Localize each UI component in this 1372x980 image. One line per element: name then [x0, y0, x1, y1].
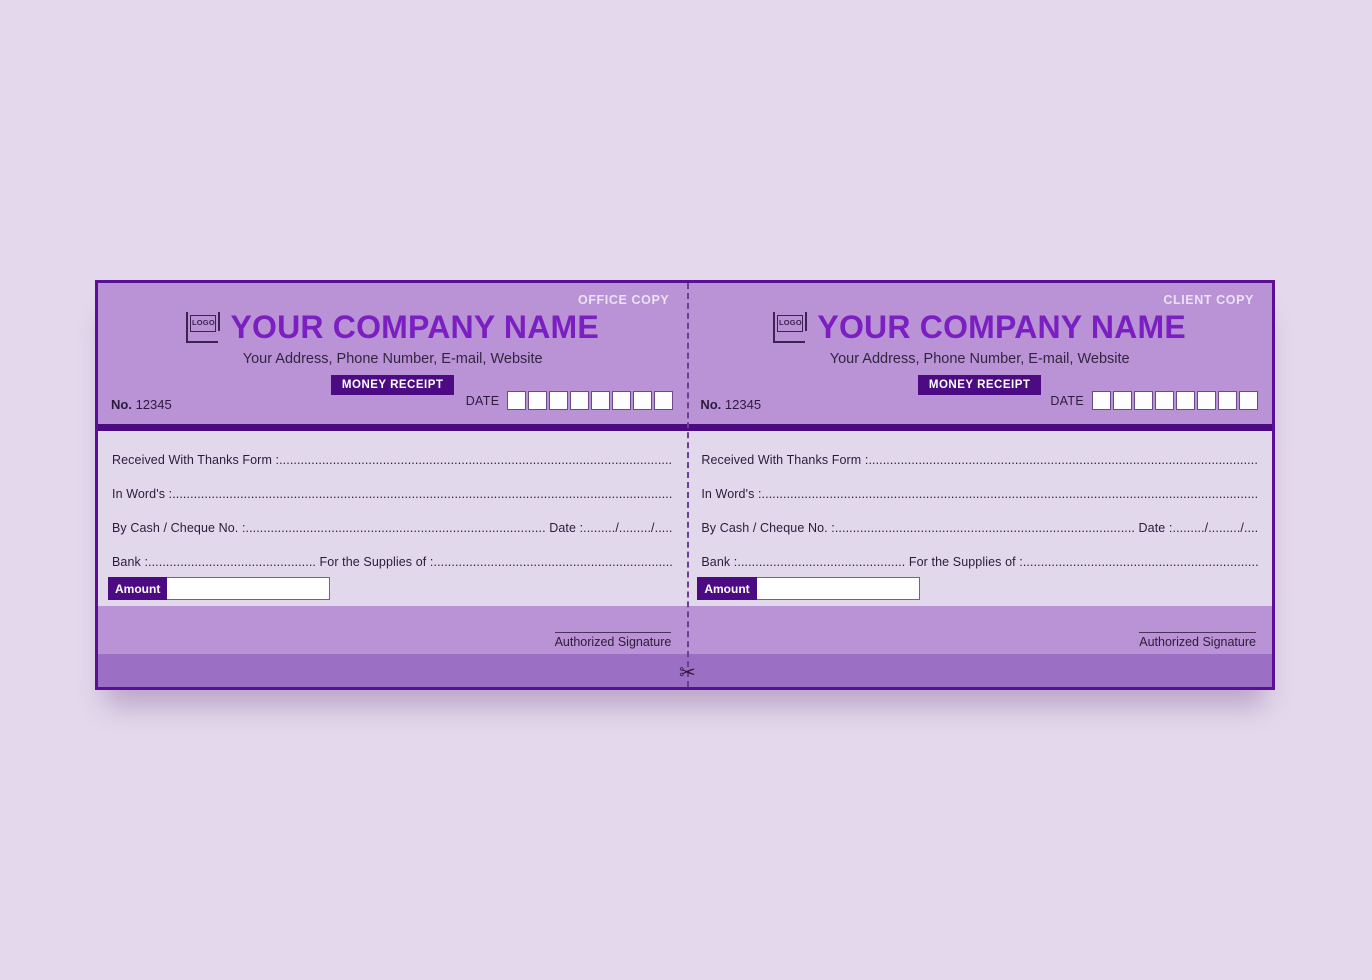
date-box[interactable]: [591, 391, 611, 410]
received-with-thanks-line-client[interactable]: Received With Thanks Form :.............…: [701, 453, 1258, 467]
money-receipt-badge-office: MONEY RECEIPT: [330, 375, 455, 395]
receipt-number-client: No. 12345: [700, 397, 761, 412]
client-copy-form: Received With Thanks Form :.............…: [687, 431, 1272, 606]
amount-field-client: Amount: [697, 577, 920, 600]
receipt-number-value: 12345: [724, 397, 762, 412]
bank-supplies-line-client[interactable]: Bank :..................................…: [701, 555, 1258, 569]
office-copy-header: OFFICE COPY LOGO YOUR COMPANY NAME Your …: [98, 283, 687, 424]
date-box[interactable]: [1196, 391, 1216, 410]
date-boxes-office[interactable]: [507, 391, 674, 410]
date-label-client: DATE: [1050, 393, 1084, 408]
logo-icon: LOGO: [773, 312, 808, 343]
date-box[interactable]: [507, 391, 527, 410]
company-name-office: YOUR COMPANY NAME: [230, 309, 599, 345]
date-box[interactable]: [549, 391, 569, 410]
in-words-line-client[interactable]: In Word's :.............................…: [701, 487, 1258, 501]
company-address-office: Your Address, Phone Number, E-mail, Webs…: [242, 351, 543, 367]
money-receipt-card: OFFICE COPY LOGO YOUR COMPANY NAME Your …: [95, 280, 1275, 690]
amount-label-client: Amount: [697, 577, 757, 600]
date-box[interactable]: [528, 391, 548, 410]
cash-cheque-line-office[interactable]: By Cash / Cheque No. :..................…: [112, 521, 673, 535]
date-box[interactable]: [1175, 391, 1195, 410]
date-box[interactable]: [633, 391, 653, 410]
logo-text: LOGO: [777, 315, 804, 332]
company-name-client: YOUR COMPANY NAME: [817, 309, 1186, 345]
logo-text: LOGO: [190, 315, 217, 332]
receipt-number-value: 12345: [135, 397, 172, 412]
client-copy-header: CLIENT COPY LOGO YOUR COMPANY NAME Your …: [687, 283, 1272, 424]
brand-line-office: LOGO YOUR COMPANY NAME: [98, 311, 687, 343]
amount-input-client[interactable]: [756, 577, 920, 600]
authorized-signature-label-client: Authorized Signature: [1139, 632, 1256, 649]
receipt-number-office: No. 12345: [111, 397, 172, 412]
signature-row: Authorized Signature Authorized Signatur…: [98, 606, 1272, 654]
date-box[interactable]: [1217, 391, 1237, 410]
brand-line-client: LOGO YOUR COMPANY NAME: [687, 311, 1272, 343]
receipt-header-row: OFFICE COPY LOGO YOUR COMPANY NAME Your …: [98, 283, 1272, 431]
receipt-number-label: No.: [700, 397, 722, 412]
received-with-thanks-line-office[interactable]: Received With Thanks Form :.............…: [112, 453, 673, 467]
date-box[interactable]: [1154, 391, 1174, 410]
office-copy-form: Received With Thanks Form :.............…: [98, 431, 687, 606]
date-box[interactable]: [1133, 391, 1153, 410]
cash-cheque-line-client[interactable]: By Cash / Cheque No. :..................…: [701, 521, 1258, 535]
scissors-icon: ✂: [678, 662, 696, 684]
money-receipt-badge-client: MONEY RECEIPT: [917, 375, 1042, 395]
date-boxes-client[interactable]: [1091, 391, 1258, 410]
authorized-signature-label-office: Authorized Signature: [554, 632, 672, 649]
in-words-line-office[interactable]: In Word's :.............................…: [112, 487, 673, 501]
date-box[interactable]: [1238, 391, 1258, 410]
perforation-divider: [687, 283, 690, 687]
date-box[interactable]: [612, 391, 632, 410]
receipt-body-row: Received With Thanks Form :.............…: [98, 431, 1272, 606]
signature-area-client: Authorized Signature: [687, 606, 1272, 654]
copy-tag-client: CLIENT COPY: [1163, 293, 1254, 307]
bank-supplies-line-office[interactable]: Bank :..................................…: [112, 555, 673, 569]
date-box[interactable]: [1112, 391, 1132, 410]
date-label-office: DATE: [465, 393, 500, 408]
date-field-client: DATE: [1050, 391, 1258, 410]
signature-area-office: Authorized Signature: [98, 606, 687, 654]
amount-label-office: Amount: [108, 577, 168, 600]
copy-tag-office: OFFICE COPY: [578, 293, 670, 307]
receipt-copies-wrapper: OFFICE COPY LOGO YOUR COMPANY NAME Your …: [98, 283, 1272, 687]
company-address-client: Your Address, Phone Number, E-mail, Webs…: [829, 351, 1130, 367]
date-box[interactable]: [1091, 391, 1111, 410]
date-box[interactable]: [570, 391, 590, 410]
amount-input-office[interactable]: [167, 577, 331, 600]
date-box[interactable]: [654, 391, 674, 410]
logo-icon: LOGO: [186, 312, 221, 343]
receipt-number-label: No.: [111, 397, 132, 412]
date-field-office: DATE: [466, 391, 674, 410]
amount-field-office: Amount: [108, 577, 331, 600]
